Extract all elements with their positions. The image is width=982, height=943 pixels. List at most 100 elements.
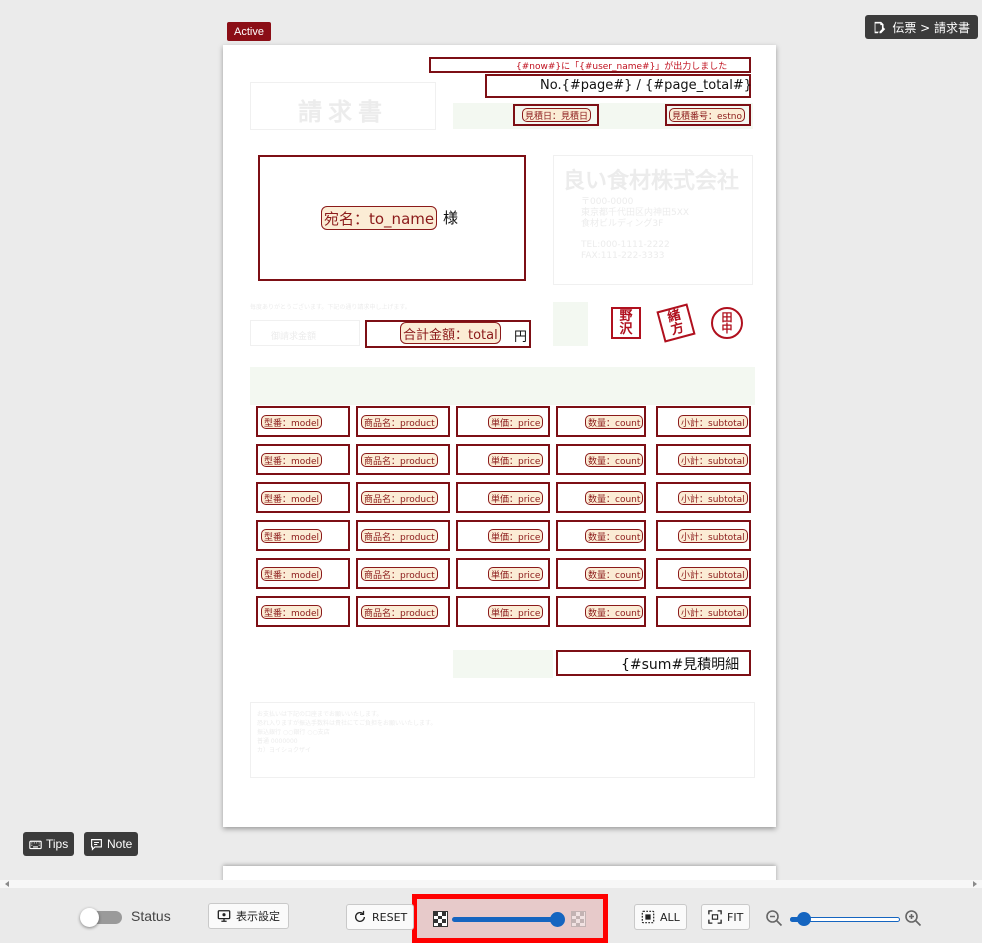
status-toggle[interactable] xyxy=(80,908,122,927)
table-cell-tag: 型番：model xyxy=(261,567,323,581)
table-cell-tag: 小計：subtotal xyxy=(678,529,748,543)
zoom-in-icon[interactable] xyxy=(904,909,922,927)
table-cell[interactable]: 小計：subtotal xyxy=(656,482,751,513)
opacity-slider[interactable] xyxy=(452,917,562,922)
table-cell[interactable]: 型番：model xyxy=(256,444,350,475)
total-suffix: 円 xyxy=(514,330,528,345)
table-cell[interactable]: 商品名：product xyxy=(356,520,450,551)
fit-label: FIT xyxy=(727,910,744,924)
table-cell-tag: 小計：subtotal xyxy=(678,453,748,467)
reset-label: RESET xyxy=(372,910,408,924)
stamp-label-bg xyxy=(553,302,588,346)
stamp-nozawa[interactable]: 野沢 xyxy=(611,307,641,339)
horizontal-scrollbar[interactable] xyxy=(0,880,982,888)
fit-button[interactable]: FIT xyxy=(701,904,751,930)
table-cell-tag: 数量：count xyxy=(585,567,644,581)
table-cell[interactable]: 数量：count xyxy=(556,406,646,437)
table-cell-tag: 数量：count xyxy=(585,491,644,505)
stamp-ogata[interactable]: 緒方 xyxy=(656,303,696,343)
total-tag: 合計金額：total xyxy=(400,322,501,344)
table-cell[interactable]: 単価：price xyxy=(456,558,550,589)
table-cell[interactable]: 小計：subtotal xyxy=(656,406,751,437)
table-cell-tag: 数量：count xyxy=(585,453,644,467)
all-label: ALL xyxy=(660,910,680,924)
stamp-tanaka[interactable]: 田中 xyxy=(711,307,743,339)
table-cell-tag: 商品名：product xyxy=(361,415,438,429)
table-cell[interactable]: 型番：model xyxy=(256,596,350,627)
table-cell-tag: 型番：model xyxy=(261,605,323,619)
opacity-slider-handle[interactable] xyxy=(550,912,565,927)
table-cell[interactable]: 数量：count xyxy=(556,596,646,627)
table-cell-tag: 単価：price xyxy=(488,491,544,505)
background-note: 毎度ありがとうございます。下記の通り請求申し上げます。 xyxy=(250,304,411,311)
table-cell[interactable]: 数量：count xyxy=(556,520,646,551)
estno-tag: 見積番号：estno xyxy=(669,108,745,122)
tips-button[interactable]: Tips xyxy=(23,832,75,856)
table-cell-tag: 商品名：product xyxy=(361,529,438,543)
checker-light-icon xyxy=(571,911,586,927)
table-cell-tag: 小計：subtotal xyxy=(678,491,748,505)
table-cell[interactable]: 数量：count xyxy=(556,482,646,513)
table-cell-tag: 商品名：product xyxy=(361,491,438,505)
table-cell[interactable]: 商品名：product xyxy=(356,444,450,475)
table-cell[interactable]: 単価：price xyxy=(456,596,550,627)
canvas-viewport[interactable]: Active 伝票 > 請求書 請求書 良い食材株式会社 〒000-0000 東… xyxy=(0,0,982,880)
table-cell-tag: 単価：price xyxy=(488,529,544,543)
refresh-icon xyxy=(354,910,366,922)
table-cell[interactable]: 単価：price xyxy=(456,406,550,437)
table-cell[interactable]: 小計：subtotal xyxy=(656,596,751,627)
table-cell-tag: 単価：price xyxy=(488,415,544,429)
table-header-bg xyxy=(250,367,755,405)
zoom-slider-handle[interactable] xyxy=(797,912,811,926)
table-cell[interactable]: 商品名：product xyxy=(356,406,450,437)
edit-document-icon xyxy=(874,21,886,33)
table-cell[interactable]: 型番：model xyxy=(256,482,350,513)
table-cell[interactable]: 単価：price xyxy=(456,444,550,475)
table-cell-tag: 型番：model xyxy=(261,415,323,429)
table-cell-tag: 小計：subtotal xyxy=(678,567,748,581)
table-cell[interactable]: 型番：model xyxy=(256,558,350,589)
page-number-text: No.{#page#} / {#page_total#} xyxy=(540,78,753,93)
table-cell[interactable]: 小計：subtotal xyxy=(656,444,751,475)
breadcrumb-text: 伝票 > 請求書 xyxy=(892,20,970,35)
table-cell[interactable]: 単価：price xyxy=(456,520,550,551)
background-company: 良い食材株式会社 xyxy=(563,169,740,194)
output-line-text: {#now#}に「{#user_name#}」が出力しました xyxy=(516,62,728,72)
table-cell[interactable]: 型番：model xyxy=(256,406,350,437)
background-footer: お支払いは下記の口座までお願いいたします。 恐れ入りますが振込手数料は貴社にてご… xyxy=(257,711,437,754)
table-cell[interactable]: 型番：model xyxy=(256,520,350,551)
scroll-left-icon[interactable] xyxy=(5,881,9,887)
table-cell-tag: 小計：subtotal xyxy=(678,415,748,429)
display-settings-label: 表示設定 xyxy=(236,910,280,923)
table-cell[interactable]: 商品名：product xyxy=(356,482,450,513)
table-cell-tag: 単価：price xyxy=(488,567,544,581)
zoom-out-icon[interactable] xyxy=(765,909,783,927)
date-tag: 見積日：見積日 xyxy=(522,108,592,122)
background-title: 請求書 xyxy=(298,98,388,126)
active-badge: Active xyxy=(227,22,271,41)
table-cell[interactable]: 小計：subtotal xyxy=(656,558,751,589)
table-cell[interactable]: 商品名：product xyxy=(356,596,450,627)
table-cell[interactable]: 単価：price xyxy=(456,482,550,513)
table-cell-tag: 商品名：product xyxy=(361,567,438,581)
scroll-right-icon[interactable] xyxy=(973,881,977,887)
recipient-tag: 宛名：to_name xyxy=(321,206,438,230)
next-page[interactable] xyxy=(223,866,776,880)
table-cell[interactable]: 数量：count xyxy=(556,444,646,475)
checker-icon xyxy=(433,911,448,927)
comment-icon xyxy=(91,838,102,851)
table-cell-tag: 商品名：product xyxy=(361,453,438,467)
table-cell-tag: 単価：price xyxy=(488,453,544,467)
table-cell-tag: 商品名：product xyxy=(361,605,438,619)
document-page[interactable]: 請求書 良い食材株式会社 〒000-0000 東京都千代田区内神田5XX 食材ビ… xyxy=(223,45,776,827)
note-label: Note xyxy=(107,837,133,851)
table-cell[interactable]: 小計：subtotal xyxy=(656,520,751,551)
note-button[interactable]: Note xyxy=(84,832,139,856)
display-settings-button[interactable]: 表示設定 xyxy=(208,903,289,929)
table-cell[interactable]: 商品名：product xyxy=(356,558,450,589)
reset-button[interactable]: RESET xyxy=(346,904,415,930)
table-cell[interactable]: 数量：count xyxy=(556,558,646,589)
breadcrumb-button[interactable]: 伝票 > 請求書 xyxy=(865,15,978,39)
all-button[interactable]: ALL xyxy=(634,904,687,930)
table-cell-tag: 単価：price xyxy=(488,605,544,619)
